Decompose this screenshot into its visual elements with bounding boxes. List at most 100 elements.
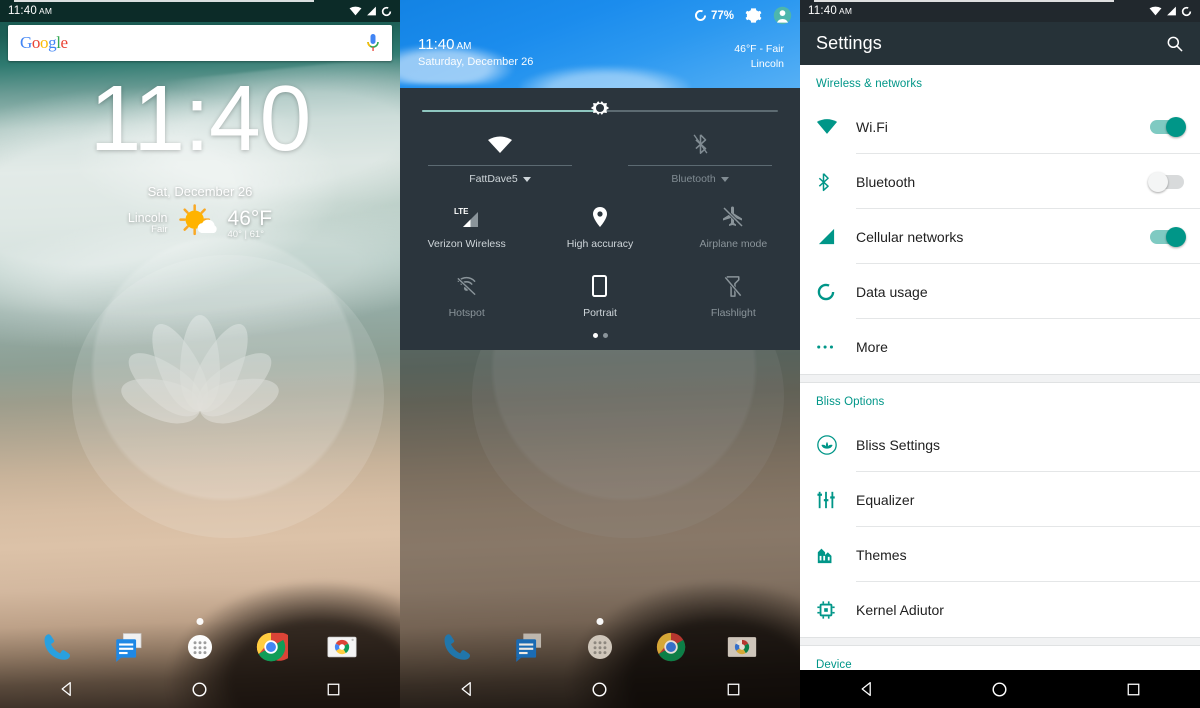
camera-icon[interactable] [325, 630, 359, 664]
wifi-icon [1149, 6, 1162, 16]
home-dock [0, 624, 400, 670]
settings-item-themes[interactable]: Themes [800, 527, 1200, 582]
status-clock-ampm: AM [838, 6, 853, 16]
settings-item-equalizer[interactable]: Equalizer [800, 472, 1200, 527]
qs-battery[interactable]: 77% [694, 9, 734, 22]
home-button[interactable] [987, 676, 1013, 702]
signal-icon [367, 6, 376, 16]
qs-page-dot[interactable] [602, 333, 608, 338]
cpu-chip-icon [817, 600, 835, 619]
qs-tile-wifi-label: FattDave5 [469, 173, 518, 185]
chrome-icon[interactable] [254, 630, 289, 664]
home-weather-city: Lincoln [127, 210, 168, 225]
back-button[interactable] [54, 676, 80, 702]
settings-item-cellular[interactable]: Cellular networks [800, 209, 1200, 264]
google-search-widget[interactable]: Google [8, 25, 392, 61]
bluetooth-off-icon [693, 134, 707, 154]
phone-icon[interactable] [441, 630, 475, 664]
back-triangle-icon [861, 681, 871, 697]
apps-grid-icon[interactable] [183, 630, 217, 664]
bluetooth-toggle[interactable] [1148, 171, 1184, 192]
chevron-down-icon[interactable] [720, 176, 729, 182]
more-dots-icon [817, 344, 833, 349]
settings-app-bar: Settings [800, 22, 1200, 65]
qs-clock[interactable]: 11:40 AM Saturday, December 26 [418, 36, 533, 68]
qs-tile-bluetooth[interactable]: Bluetooth [600, 130, 800, 185]
settings-item-kernel-adiutor[interactable]: Kernel Adiutor [800, 582, 1200, 637]
settings-item-label: Bluetooth [856, 173, 916, 190]
gear-icon[interactable] [745, 7, 762, 24]
qs-body: FattDave5 Bluetooth LTE Verizon Wireless… [400, 88, 800, 350]
settings-item-label: Data usage [856, 283, 928, 300]
settings-list: Wireless & networks Wi.Fi Bluetooth Cell… [800, 65, 1200, 680]
signal-icon [1167, 6, 1176, 16]
settings-navigation-bar [800, 670, 1200, 708]
phone-icon[interactable] [41, 630, 75, 664]
signal-icon [818, 228, 835, 245]
chevron-down-icon[interactable] [522, 176, 531, 182]
wifi-icon [816, 119, 838, 134]
settings-item-label: Kernel Adiutor [856, 601, 944, 618]
qs-tile-airplane[interactable]: Airplane mode [667, 191, 800, 260]
microphone-icon[interactable] [366, 33, 380, 53]
home-weather-temp: 46°F [227, 206, 273, 230]
lte-signal-icon: LTE [454, 207, 478, 227]
qs-tile-location[interactable]: High accuracy [533, 191, 666, 260]
qs-tile-rotation[interactable]: Portrait [533, 260, 666, 329]
status-drag-handle[interactable] [814, 0, 1114, 2]
qs-weather-city: Lincoln [750, 58, 784, 71]
home-navigation-bar [0, 670, 400, 708]
qs-tile-wifi[interactable]: FattDave5 [400, 130, 600, 185]
brightness-icon[interactable] [589, 97, 611, 119]
camera-icon[interactable] [725, 630, 759, 664]
home-weather-row: Lincoln Fair 46°F 40° | 61° [0, 203, 400, 243]
status-icons [1149, 6, 1192, 17]
home-button[interactable] [187, 676, 213, 702]
qs-tile-flashlight[interactable]: Flashlight [667, 260, 800, 329]
qs-tile-airplane-label: Airplane mode [699, 238, 768, 250]
home-weather-temps: 46°F 40° | 61° [228, 207, 273, 241]
brightness-slider[interactable] [400, 88, 800, 128]
settings-status-bar: 11:40 AM [800, 0, 1200, 22]
recents-button[interactable] [1120, 676, 1146, 702]
cellular-toggle[interactable] [1150, 226, 1186, 247]
settings-item-wifi[interactable]: Wi.Fi [800, 99, 1200, 154]
status-drag-handle[interactable] [14, 0, 314, 2]
qs-tile-hotspot[interactable]: Hotspot [400, 260, 533, 329]
qs-tile-location-label: High accuracy [566, 238, 634, 250]
wifi-icon [488, 136, 512, 153]
messages-icon[interactable] [112, 630, 146, 664]
section-divider [800, 637, 1200, 646]
home-button[interactable] [587, 676, 613, 702]
flashlight-off-icon [724, 275, 743, 297]
home-big-clock: 11:40 [89, 66, 312, 170]
apps-grid-icon[interactable] [583, 630, 617, 664]
panel-home-screen: 11:40 AM Google 11:40 Sat, December 26 L… [0, 0, 400, 708]
settings-item-more[interactable]: More [800, 319, 1200, 374]
settings-item-bluetooth[interactable]: Bluetooth [800, 154, 1200, 209]
back-button[interactable] [454, 676, 480, 702]
messages-icon[interactable] [512, 630, 546, 664]
search-icon[interactable] [1165, 34, 1184, 53]
recents-square-icon [327, 683, 340, 695]
user-avatar-icon[interactable] [773, 6, 792, 25]
page-title: Settings [816, 33, 882, 53]
clock-weather-widget[interactable]: 11:40 Sat, December 26 Lincoln Fair 46°F… [0, 66, 400, 243]
brightness-fill [422, 110, 600, 112]
back-triangle-icon [61, 681, 71, 697]
recents-button[interactable] [320, 676, 346, 702]
chrome-icon[interactable] [654, 630, 688, 664]
back-button[interactable] [854, 676, 880, 702]
settings-item-data-usage[interactable]: Data usage [800, 264, 1200, 319]
qs-clock-time: 11:40 [418, 36, 455, 53]
settings-item-label: Wi.Fi [856, 118, 888, 135]
qs-weather[interactable]: 46°F - Fair Lincoln [734, 42, 784, 72]
settings-item-bliss-settings[interactable]: Bliss Settings [800, 417, 1200, 472]
qs-page-dot-active[interactable] [592, 333, 598, 338]
recents-button[interactable] [720, 676, 746, 702]
home-circle-icon [592, 681, 607, 697]
themes-icon [817, 548, 832, 563]
wifi-toggle[interactable] [1150, 116, 1186, 137]
qs-tile-cellular[interactable]: LTE Verizon Wireless [400, 191, 533, 260]
qs-header-actions: 77% [694, 6, 792, 25]
